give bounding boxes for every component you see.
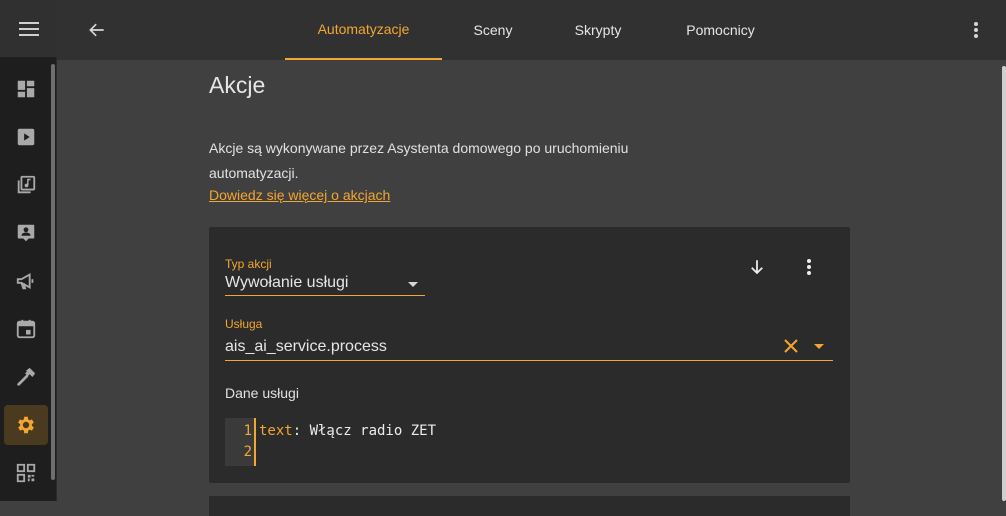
qr-code-icon xyxy=(16,463,36,483)
tab-label: Pomocnicy xyxy=(686,22,755,38)
hammer-icon xyxy=(17,367,36,386)
yaml-editor[interactable]: 1 2 text: Włącz radio ZET xyxy=(225,418,833,466)
sidebar-item-calendar[interactable] xyxy=(4,309,48,349)
tab-label: Sceny xyxy=(473,22,513,38)
section-title: Akcje xyxy=(209,72,266,98)
sidebar-item-music[interactable] xyxy=(4,165,48,205)
overflow-menu-button[interactable] xyxy=(961,12,991,48)
calendar-icon xyxy=(16,319,36,339)
menu-icon xyxy=(18,21,39,36)
yaml-value: : Włącz radio ZET xyxy=(292,423,437,439)
account-box-icon xyxy=(17,224,35,242)
service-input[interactable]: ais_ai_service.process xyxy=(225,334,833,361)
line-number: 2 xyxy=(243,444,252,460)
music-library-icon xyxy=(17,175,36,194)
line-number: 1 xyxy=(243,423,252,439)
active-line-indicator xyxy=(254,418,256,466)
megaphone-icon xyxy=(16,273,34,290)
section-description: Akcje są wykonywane przez Asystenta domo… xyxy=(209,140,629,181)
tab-helpers[interactable]: Pomocnicy xyxy=(652,0,789,60)
top-bar: Automatyzacje Sceny Skrypty Pomocnicy xyxy=(57,0,1006,60)
action-menu-button[interactable] xyxy=(793,251,825,283)
chevron-down-icon[interactable] xyxy=(814,344,824,349)
sidebar xyxy=(0,0,57,501)
tab-label: Skrypty xyxy=(574,22,622,38)
chevron-down-icon xyxy=(408,282,418,287)
dashboard-icon xyxy=(17,80,35,98)
sidebar-item-overview[interactable] xyxy=(4,69,48,109)
menu-button[interactable] xyxy=(0,0,57,57)
media-player-icon xyxy=(17,128,35,146)
learn-more-link[interactable]: Dowiedz się więcej o akcjach xyxy=(209,184,390,206)
content-scrollbar[interactable] xyxy=(1002,66,1006,501)
sidebar-item-qr[interactable] xyxy=(4,453,48,493)
tab-label: Automatyzacje xyxy=(317,21,410,37)
sidebar-item-media[interactable] xyxy=(4,117,48,157)
service-value: ais_ai_service.process xyxy=(225,338,387,355)
arrow-left-icon xyxy=(89,23,104,37)
dots-vertical-icon xyxy=(974,22,978,38)
service-data-label: Dane usługi xyxy=(225,385,299,401)
next-action-card xyxy=(209,496,850,516)
tab-scripts[interactable]: Skrypty xyxy=(544,0,652,60)
sidebar-item-settings[interactable] xyxy=(4,405,48,445)
close-icon xyxy=(784,339,798,353)
sidebar-item-notify[interactable] xyxy=(4,261,48,301)
back-button[interactable] xyxy=(79,12,115,48)
service-label: Usługa xyxy=(225,317,263,331)
dots-vertical-icon xyxy=(807,259,811,275)
action-type-label: Typ akcji xyxy=(225,257,272,271)
sidebar-scrollbar[interactable] xyxy=(51,64,55,480)
tab-automations[interactable]: Automatyzacje xyxy=(285,0,442,60)
sidebar-item-tools[interactable] xyxy=(4,357,48,397)
gear-icon xyxy=(18,416,34,434)
yaml-key: text xyxy=(259,423,293,439)
action-type-select[interactable]: Wywołanie usługi xyxy=(225,272,425,296)
code-line[interactable]: text: Włącz radio ZET xyxy=(259,423,436,439)
clear-service-button[interactable] xyxy=(775,330,807,362)
tab-scenes[interactable]: Sceny xyxy=(442,0,544,60)
action-type-value: Wywołanie usługi xyxy=(225,274,349,291)
sidebar-item-person[interactable] xyxy=(4,213,48,253)
move-down-button[interactable] xyxy=(741,251,773,283)
line-gutter: 1 2 xyxy=(225,418,255,466)
arrow-down-icon xyxy=(751,260,763,275)
